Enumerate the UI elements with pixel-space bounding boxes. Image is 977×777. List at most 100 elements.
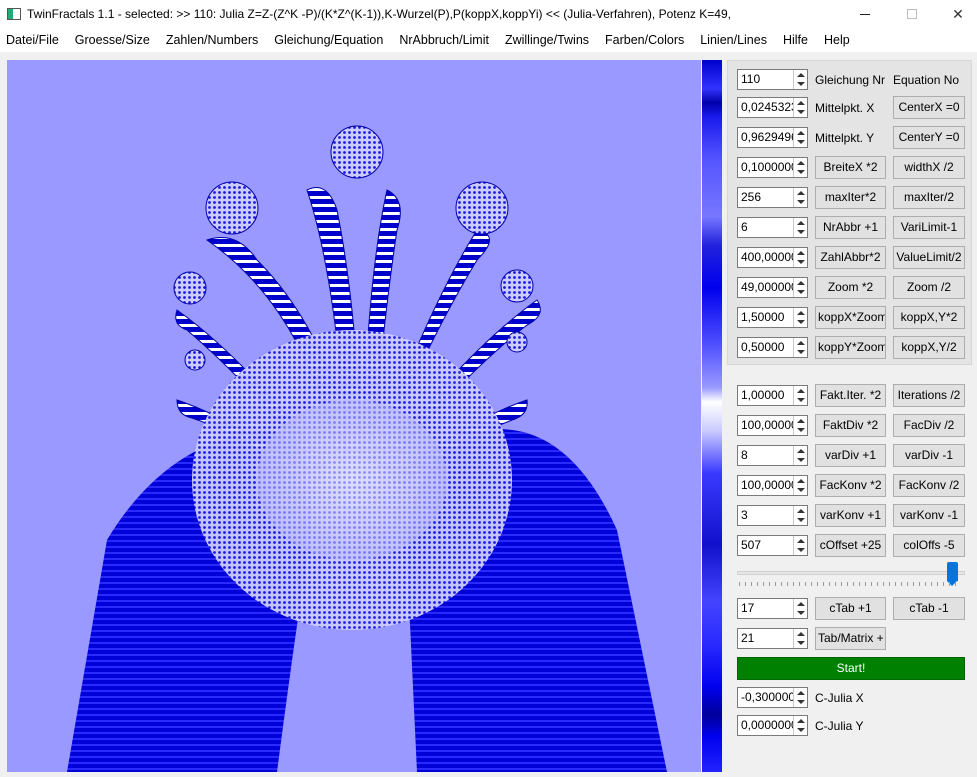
var-div-inc-button[interactable]: varDiv +1 [815,444,886,467]
menu-twins[interactable]: Zwillinge/Twins [497,33,597,47]
spin-arrows-icon[interactable] [793,476,807,495]
minimize-button[interactable] [842,0,888,28]
center-y-reset-button[interactable]: CenterY =0 [893,126,965,149]
kopp-y-zoom-button[interactable]: koppY*Zoom [815,336,886,359]
menu-lines[interactable]: Linien/Lines [692,33,775,47]
vari-limit-dec-button[interactable]: VariLimit-1 [893,216,965,239]
equation-no-label: Equation No [893,73,960,87]
spin-arrows-icon[interactable] [793,158,807,177]
kopp-xy-half-button[interactable]: koppX,Y/2 [893,336,965,359]
menu-size[interactable]: Groesse/Size [67,33,158,47]
fac-div-half-button[interactable]: FacDiv /2 [893,414,965,437]
title-bar: TwinFractals 1.1 - selected: >> 110: Jul… [0,0,977,28]
zoom-double-button[interactable]: Zoom *2 [815,276,886,299]
c-julia-y-input[interactable]: 0,0000000( [737,715,808,736]
zoom-input[interactable]: 49,000000 [737,277,808,298]
var-konv-input[interactable]: 3 [737,505,808,526]
color-slider[interactable] [737,562,965,592]
spin-arrows-icon[interactable] [793,688,807,707]
max-iter-half-button[interactable]: maxIter/2 [893,186,965,209]
maximize-button[interactable] [889,0,935,28]
spin-arrows-icon[interactable] [793,629,807,648]
max-iter-double-button[interactable]: maxIter*2 [815,186,886,209]
kopp-x-zoom-button[interactable]: koppX*Zoom [815,306,886,329]
tab-matrix-inc-button[interactable]: Tab/Matrix + [815,627,886,650]
spin-arrows-icon[interactable] [793,446,807,465]
close-icon: ✕ [952,5,964,22]
zahl-abbr-input[interactable]: 400,000000 [737,247,808,268]
kopp-xy-double-button[interactable]: koppX,Y*2 [893,306,965,329]
spin-arrows-icon[interactable] [793,599,807,618]
spin-arrows-icon[interactable] [793,98,807,117]
start-button[interactable]: Start! [737,657,965,680]
fakt-div-double-button[interactable]: FaktDiv *2 [815,414,886,437]
width-x-double-button[interactable]: BreiteX *2 [815,156,886,179]
c-julia-x-input[interactable]: -0,300000( [737,687,808,708]
spin-arrows-icon[interactable] [793,416,807,435]
kopp-x-input[interactable]: 1,50000 [737,307,808,328]
spin-arrows-icon[interactable] [793,338,807,357]
col-offs-dec-button[interactable]: colOffs -5 [893,534,965,557]
value-limit-half-button[interactable]: ValueLimit/2 [893,246,965,269]
menu-numbers[interactable]: Zahlen/Numbers [158,33,266,47]
slider-ticks [739,582,961,586]
menu-file[interactable]: Datei/File [0,33,67,47]
fakt-div-input[interactable]: 100,000000 [737,415,808,436]
fac-konv-double-button[interactable]: FacKonv *2 [815,474,886,497]
menu-limit[interactable]: NrAbbruch/Limit [391,33,497,47]
c-julia-x-label: C-Julia X [815,691,864,705]
spin-arrows-icon[interactable] [793,248,807,267]
ctab-inc-button[interactable]: cTab +1 [815,597,886,620]
menu-colors[interactable]: Farben/Colors [597,33,692,47]
var-div-dec-button[interactable]: varDiv -1 [893,444,965,467]
c-offset-inc-button[interactable]: cOffset +25 [815,534,886,557]
width-x-half-button[interactable]: widthX /2 [893,156,965,179]
spin-arrows-icon[interactable] [793,386,807,405]
menu-equation[interactable]: Gleichung/Equation [266,33,391,47]
slider-track[interactable] [737,571,965,575]
spin-arrows-icon[interactable] [793,218,807,237]
nr-abbr-input[interactable]: 6 [737,217,808,238]
spin-arrows-icon[interactable] [793,278,807,297]
var-konv-inc-button[interactable]: varKonv +1 [815,504,886,527]
tab-matrix-input[interactable]: 21 [737,628,808,649]
ctab-dec-button[interactable]: cTab -1 [893,597,965,620]
menu-hilfe[interactable]: Hilfe [775,33,816,47]
spin-arrows-icon[interactable] [793,716,807,735]
fakt-iter-double-button[interactable]: Fakt.Iter. *2 [815,384,886,407]
spin-arrows-icon[interactable] [793,506,807,525]
spin-arrows-icon[interactable] [793,128,807,147]
slider-thumb[interactable] [947,562,958,586]
max-iter-input[interactable]: 256 [737,187,808,208]
fractal-canvas[interactable] [7,60,701,772]
zoom-half-button[interactable]: Zoom /2 [893,276,965,299]
fakt-iter-input[interactable]: 1,00000 [737,385,808,406]
kopp-y-input[interactable]: 0,50000 [737,337,808,358]
equation-number-input[interactable]: 110 [737,69,808,90]
zahl-abbr-double-button[interactable]: ZahlAbbr*2 [815,246,886,269]
color-palette-strip [702,60,722,772]
spin-arrows-icon[interactable] [793,70,807,89]
c-offset-input[interactable]: 507 [737,535,808,556]
kopp-y-value: 0,50000 [741,340,785,354]
spin-arrows-icon[interactable] [793,536,807,555]
var-div-input[interactable]: 8 [737,445,808,466]
close-button[interactable]: ✕ [935,0,977,28]
var-div-value: 8 [741,448,748,462]
center-x-label: Mittelpkt. X [815,101,875,115]
ctab-input[interactable]: 17 [737,598,808,619]
iterations-half-button[interactable]: Iterations /2 [893,384,965,407]
center-x-input[interactable]: 0,0245323( [737,97,808,118]
fac-konv-input[interactable]: 100,000000 [737,475,808,496]
tab-matrix-value: 21 [741,631,755,645]
menu-help[interactable]: Help [816,33,858,47]
var-konv-dec-button[interactable]: varKonv -1 [893,504,965,527]
spin-arrows-icon[interactable] [793,308,807,327]
fac-konv-half-button[interactable]: FacKonv /2 [893,474,965,497]
center-x-reset-button[interactable]: CenterX =0 [893,96,965,119]
spin-arrows-icon[interactable] [793,188,807,207]
nr-abbr-inc-button[interactable]: NrAbbr +1 [815,216,886,239]
center-y-label: Mittelpkt. Y [815,131,875,145]
width-x-input[interactable]: 0,1000000 [737,157,808,178]
center-y-input[interactable]: 0,9629496( [737,127,808,148]
